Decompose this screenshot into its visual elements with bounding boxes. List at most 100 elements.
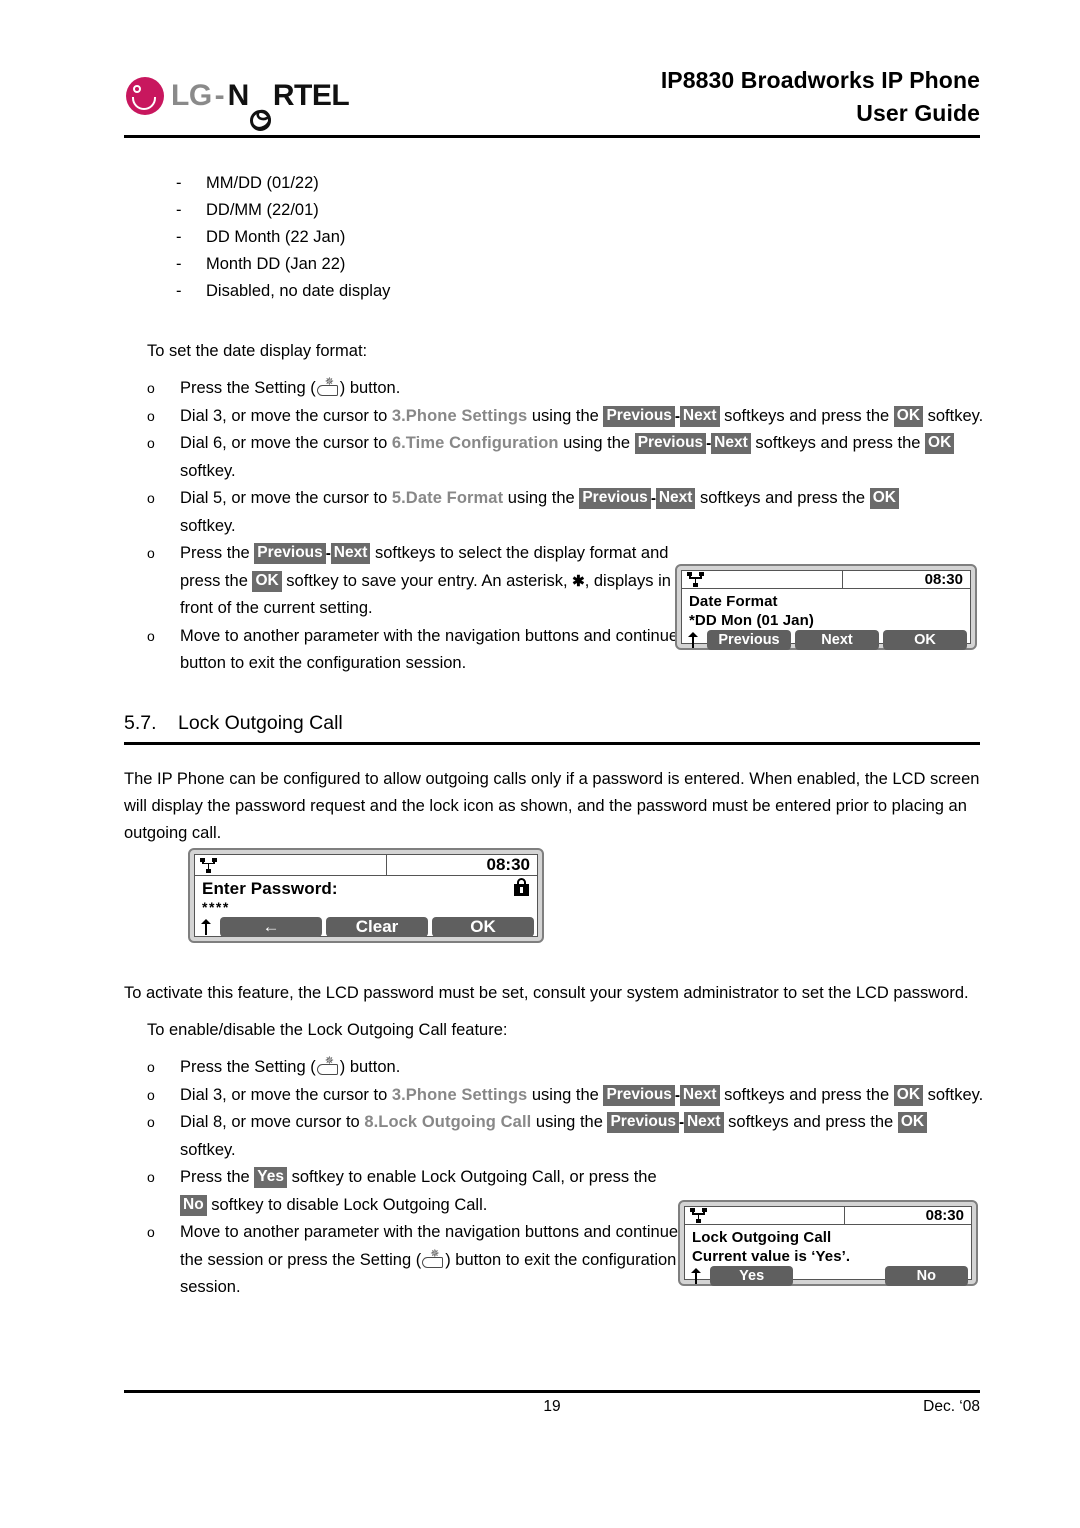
list-item: - Disabled, no date display (124, 278, 984, 305)
step-dial-5-date-format: o Dial 5, or move the cursor to 5.Date F… (124, 485, 984, 540)
section-heading: 5.7. Lock Outgoing Call (124, 712, 980, 741)
softkey-ok[interactable]: OK (432, 917, 534, 937)
step-dial-3-phone-settings: o Dial 3, or move the cursor to 3.Phone … (124, 403, 984, 431)
softkey-chip-previous: Previous (603, 405, 675, 427)
step-text-b: ) button. (339, 1058, 401, 1076)
menu-reference: 8.Lock Outgoing Call (364, 1113, 532, 1131)
lcd-content: Date Format *DD Mon (01 Jan) (682, 589, 970, 630)
step-text-a: Dial 3, or move the cursor to (180, 1085, 392, 1104)
menu-reference: 5.Date Format (391, 489, 504, 507)
lcd-line-1: Enter Password: (202, 879, 338, 898)
lcd-status-left (195, 855, 387, 875)
enable-disable-intro: To enable/disable the Lock Outgoing Call… (147, 1021, 508, 1039)
softkey-chip-next: Next (679, 405, 720, 427)
lcd-line-1: Lock Outgoing Call (692, 1229, 832, 1246)
step-text-b: softkey to enable Lock Outgoing Call, or… (287, 1168, 657, 1186)
softkey-chip-next: Next (330, 543, 371, 564)
softkey-chip-yes: Yes (254, 1167, 288, 1188)
softkey-chip-previous: Previous (607, 1112, 679, 1133)
page-number: 19 (543, 1398, 561, 1415)
softkey-next[interactable]: Next (795, 630, 879, 650)
softkey-clear[interactable]: Clear (326, 917, 428, 937)
bullet-marker: o (147, 1114, 155, 1130)
step-text-a: Press the Setting ( (180, 1058, 316, 1076)
step-text-c: softkeys and press the (695, 489, 870, 507)
step-text-d: softkey. (180, 516, 236, 535)
lcd-screen-lock-outgoing-call: 08:30 Lock Outgoing Call Current value i… (678, 1200, 978, 1286)
lcd-inner-frame: 08:30 Lock Outgoing Call Current value i… (684, 1206, 972, 1286)
softkey-chip-ok: OK (925, 433, 955, 454)
logo-text-dash: - (214, 79, 225, 112)
lcd-line-1: Date Format (689, 593, 778, 610)
softkey-chip-previous: Previous (603, 1084, 675, 1106)
page-footer: 19 Dec. ‘08 (124, 1398, 980, 1422)
list-item: - Month DD (Jan 22) (124, 251, 984, 278)
dash-marker: - (176, 174, 182, 192)
softkey-chip-next: Next (655, 488, 696, 509)
section-number: 5.7. (124, 712, 157, 734)
softkey-chip-next: Next (679, 1084, 720, 1106)
lcd-clock: 08:30 (486, 855, 530, 874)
step-press-yes-no: o Press the Yes softkey to enable Lock O… (124, 1164, 680, 1219)
step-text-b: using the (527, 1085, 604, 1104)
step-text-b: using the (531, 1113, 608, 1131)
lcd-status-left (682, 571, 844, 588)
footer-divider (124, 1390, 980, 1393)
softkey-ok[interactable]: OK (883, 630, 967, 650)
menu-reference: 3.Phone Settings (391, 406, 528, 425)
step-text-c: softkeys and press the (719, 406, 894, 425)
lcd-content: Enter Password: **** (195, 876, 537, 917)
softkey-chip-next: Next (711, 433, 751, 454)
step-text-d: softkey. (180, 1140, 236, 1159)
section-5-7: 5.7. Lock Outgoing Call The IP Phone can … (124, 712, 980, 847)
softkey-backspace[interactable]: ← (220, 917, 322, 937)
bullet-marker: o (147, 490, 155, 506)
lcd-content: Lock Outgoing Call Current value is ‘Yes… (685, 1225, 971, 1266)
softkey-previous[interactable]: Previous (707, 630, 791, 650)
softkey-chip-previous: Previous (634, 433, 707, 454)
bullet-marker: o (147, 545, 155, 561)
softkey-chip-ok: OK (893, 1084, 924, 1106)
asterisk-glyph: ✱ (572, 572, 585, 590)
page-header: LG - N RTEL IP8830 Broadworks IP Phone Us… (124, 58, 980, 136)
lcd-inner-frame: 08:30 Date Format *DD Mon (01 Jan) Previ… (681, 570, 971, 650)
step-move-parameter-exit: o Move to another parameter with the nav… (124, 1219, 690, 1302)
step-dial-8-lock-outgoing-call: o Dial 8, or move cursor to 8.Lock Outgo… (124, 1109, 984, 1164)
list-item: - DD Month (22 Jan) (124, 224, 984, 251)
logo-nortel-n: N (227, 79, 250, 112)
document-title-line1: IP8830 Broadworks IP Phone (660, 67, 980, 93)
step-text-c: softkeys and press the (750, 434, 926, 452)
step-text-a: Press the (180, 544, 255, 562)
lcd-screen-enter-password: 08:30 Enter Password: **** ← Clear OK (188, 848, 544, 943)
softkey-chip-ok: OK (252, 570, 282, 592)
bullet-marker: o (147, 380, 155, 396)
nortel-swirl-svg (252, 109, 271, 130)
softkey-chip-ok: OK (897, 1112, 928, 1133)
network-icon (687, 572, 704, 587)
list-item-label: Disabled, no date display (206, 282, 391, 300)
step-text-d: softkey. (923, 1085, 984, 1104)
logo-nortel-rtel: RTEL (272, 79, 350, 112)
up-arrow-icon (688, 1266, 706, 1286)
bullet-marker: o (147, 1086, 155, 1103)
dash-marker: - (176, 282, 182, 300)
list-item-label: Month DD (Jan 22) (206, 255, 346, 273)
step-press-setting: o Press the Setting (✵) button. (124, 1054, 984, 1082)
step-dial-6-time-configuration: o Dial 6, or move the cursor to 6.Time C… (124, 430, 984, 485)
step-text-b: ) button. (339, 379, 401, 397)
softkey-chip-previous: Previous (254, 543, 326, 564)
step-text-c: softkeys and press the (723, 1113, 898, 1131)
softkey-chip-no: No (180, 1194, 207, 1216)
bullet-marker: o (147, 435, 155, 451)
softkey-chip-ok: OK (869, 488, 899, 509)
lcd-line-2: Current value is ‘Yes’. (692, 1248, 851, 1265)
step-text-a: Dial 8, or move cursor to (180, 1113, 365, 1131)
lcd-status-bar: 08:30 (685, 1207, 971, 1225)
softkey-no[interactable]: No (884, 1266, 968, 1286)
softkey-yes[interactable]: Yes (710, 1266, 794, 1286)
step-text-d: softkey. (923, 406, 984, 425)
step-text-a: Press the Setting ( (180, 379, 316, 397)
bullet-marker: o (147, 1059, 155, 1075)
set-date-format-intro: To set the date display format: (147, 342, 368, 360)
dash-marker: - (176, 255, 182, 273)
